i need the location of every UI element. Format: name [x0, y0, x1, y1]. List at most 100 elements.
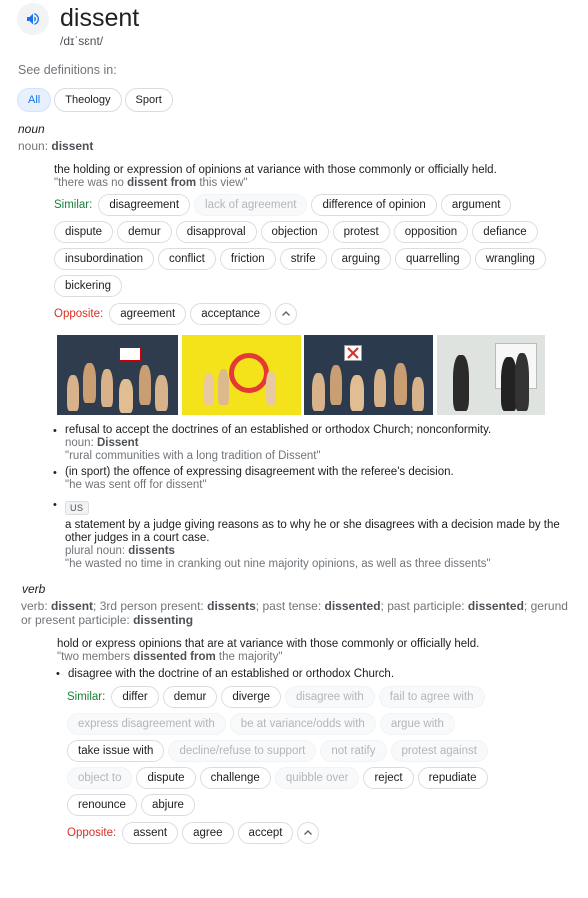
- synonym-chip[interactable]: objection: [260, 221, 329, 243]
- synonym-chip[interactable]: challenge: [199, 767, 271, 789]
- synonym-chip[interactable]: disapproval: [175, 221, 257, 243]
- synonym-chip[interactable]: bickering: [54, 275, 123, 297]
- synonym-chip[interactable]: decline/refuse to support: [168, 740, 317, 762]
- collapse-button[interactable]: [297, 822, 320, 844]
- synonym-chip[interactable]: quarrelling: [394, 248, 471, 270]
- noun-def-3: (in sport) the offence of expressing dis…: [65, 466, 454, 478]
- noun-def-3-block: (in sport) the offence of expressing dis…: [65, 466, 575, 492]
- figure-shape: [515, 353, 529, 411]
- bullet: •: [53, 499, 57, 511]
- synonym-chip[interactable]: be at variance/odds with: [229, 713, 376, 735]
- antonym-chip[interactable]: agree: [182, 822, 234, 844]
- synonym-chip[interactable]: protest against: [390, 740, 488, 762]
- speaker-icon: [27, 13, 39, 25]
- noun-example-4: "he wasted no time in cranking out nine …: [65, 558, 491, 570]
- synonym-chip[interactable]: demur: [117, 221, 172, 243]
- ex-bold: dissent from: [127, 177, 197, 189]
- synonym-chip[interactable]: disagree with: [285, 686, 375, 708]
- ex-pre: "two members: [57, 651, 134, 663]
- figure-shape: [312, 373, 325, 411]
- phonetic: /dɪˈsɛnt/: [60, 34, 104, 48]
- synonym-chip[interactable]: dispute: [54, 221, 114, 243]
- synonym-chip[interactable]: argument: [440, 194, 512, 216]
- chevron-up-icon: [282, 311, 291, 316]
- synonym-chip[interactable]: strife: [279, 248, 327, 270]
- form-prefix: noun:: [65, 437, 97, 449]
- synonym-chip[interactable]: protest: [332, 221, 390, 243]
- synonym-chip[interactable]: disagreement: [98, 194, 191, 216]
- verb-def-2: disagree with the doctrine of an establi…: [68, 668, 395, 680]
- antonym-chip[interactable]: acceptance: [190, 303, 272, 325]
- figure-shape: [394, 363, 407, 405]
- pos-noun: noun: [18, 122, 45, 136]
- collapse-button[interactable]: [275, 303, 298, 325]
- form-word: dissents: [128, 545, 175, 557]
- synonym-chip[interactable]: not ratify: [320, 740, 387, 762]
- bullet: •: [53, 425, 57, 437]
- form-prefix: verb:: [21, 599, 52, 613]
- figure-shape: [155, 375, 168, 411]
- filter-all[interactable]: All: [17, 88, 52, 112]
- figure-shape: [374, 369, 386, 407]
- figure-shape: [453, 355, 469, 411]
- pos-verb: verb: [22, 582, 46, 596]
- synonym-chip[interactable]: friction: [219, 248, 276, 270]
- antonym-chip[interactable]: agreement: [109, 303, 187, 325]
- synonym-chip[interactable]: quibble over: [274, 767, 360, 789]
- figure-shape: [330, 365, 342, 405]
- synonym-chip[interactable]: conflict: [158, 248, 216, 270]
- pronunciation-button[interactable]: [17, 3, 49, 35]
- synonym-chip[interactable]: differ: [111, 686, 159, 708]
- noun-opposite-row: Opposite: agreement acceptance: [54, 303, 574, 325]
- bullet: •: [56, 668, 60, 680]
- filter-theology[interactable]: Theology: [54, 88, 122, 112]
- antonym-chip[interactable]: assent: [122, 822, 179, 844]
- synonym-chip[interactable]: reject: [363, 767, 414, 789]
- synonym-chip[interactable]: defiance: [472, 221, 538, 243]
- figure-shape: [101, 369, 113, 407]
- figure-shape: [350, 375, 364, 411]
- filter-sport[interactable]: Sport: [124, 88, 173, 112]
- no-sign-shape: [119, 347, 141, 361]
- image-prohibited-figures[interactable]: [182, 335, 301, 415]
- chevron-up-icon: [304, 830, 313, 835]
- synonym-chip[interactable]: fail to agree with: [378, 686, 485, 708]
- synonym-chip[interactable]: difference of opinion: [311, 194, 437, 216]
- image-figures-cross-sign[interactable]: [304, 335, 433, 415]
- synonym-chip[interactable]: abjure: [140, 794, 195, 816]
- noun-def-4-block: US a statement by a judge giving reasons…: [65, 498, 575, 571]
- synonym-chip[interactable]: argue with: [379, 713, 455, 735]
- synonym-chip[interactable]: object to: [67, 767, 133, 789]
- form-word: dissenting: [133, 613, 194, 627]
- synonym-chip[interactable]: demur: [162, 686, 218, 708]
- synonym-chip[interactable]: wrangling: [474, 248, 546, 270]
- form-word: Dissent: [96, 437, 139, 449]
- image-figures-no-sign[interactable]: [57, 335, 178, 415]
- synonym-chip[interactable]: arguing: [330, 248, 391, 270]
- noun-example-2: "rural communities with a long tradition…: [65, 450, 321, 462]
- antonym-chip[interactable]: accept: [237, 822, 294, 844]
- form-word: dissented: [324, 599, 381, 613]
- synonym-chip[interactable]: diverge: [221, 686, 282, 708]
- form-word: dissents: [207, 599, 256, 613]
- synonym-chip[interactable]: insubordination: [54, 248, 155, 270]
- cross-icon: [347, 347, 359, 359]
- synonym-chip[interactable]: dispute: [136, 767, 196, 789]
- opposite-label: Opposite:: [54, 308, 104, 320]
- similar-label: Similar:: [54, 199, 93, 211]
- figure-shape: [218, 369, 229, 405]
- verb-def-1: hold or express opinions that are at var…: [57, 638, 480, 650]
- synonym-chip[interactable]: repudiate: [417, 767, 488, 789]
- form-prefix: ; past participle:: [380, 599, 468, 613]
- noun-form-prefix: noun:: [18, 139, 52, 153]
- ex-bold: dissented from: [133, 651, 216, 663]
- image-businessmen-arguing[interactable]: [437, 335, 545, 415]
- synonym-chip[interactable]: opposition: [393, 221, 469, 243]
- synonym-chip[interactable]: renounce: [67, 794, 137, 816]
- noun-form: noun: dissent: [18, 139, 93, 153]
- synonym-chip[interactable]: take issue with: [67, 740, 165, 762]
- bullet: •: [53, 467, 57, 479]
- synonym-chip[interactable]: lack of agreement: [194, 194, 308, 216]
- synonym-chip[interactable]: express disagreement with: [67, 713, 226, 735]
- figure-shape: [266, 371, 276, 405]
